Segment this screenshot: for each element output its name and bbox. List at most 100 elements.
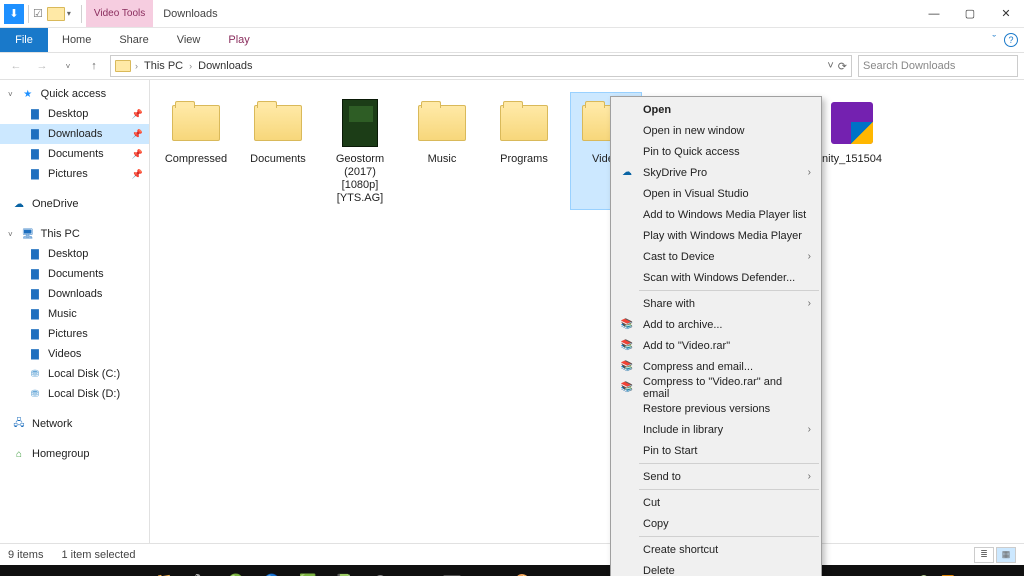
folder-icon[interactable] [47, 7, 65, 21]
sidebar-item-pictures[interactable]: ▇Pictures📌 [0, 164, 149, 184]
chevron-down-icon[interactable]: ▾ [67, 9, 71, 18]
sidebar-item-documents[interactable]: ▇Documents📌 [0, 144, 149, 164]
details-view-button[interactable]: ≣ [974, 547, 994, 563]
file-item[interactable]: Compressed [160, 92, 232, 210]
refresh-icon[interactable]: ⟳ [838, 60, 847, 73]
quick-access-toolbar: ⬇ ☑ ▾ [0, 0, 86, 27]
menu-item-skydrive-pro[interactable]: ☁SkyDrive Pro› [613, 162, 819, 183]
menu-item-label: Pin to Quick access [643, 146, 740, 158]
chevron-right-icon[interactable]: › [189, 61, 192, 71]
maximize-button[interactable]: ▢ [952, 0, 988, 27]
breadcrumb-thispc[interactable]: This PC [142, 60, 185, 72]
tab-share[interactable]: Share [105, 28, 162, 52]
menu-item-scan-with-windows-defender-[interactable]: Scan with Windows Defender... [613, 267, 819, 288]
large-icons-view-button[interactable]: ▦ [996, 547, 1016, 563]
menu-item-pin-to-start[interactable]: Pin to Start [613, 440, 819, 461]
search-placeholder: Search Downloads [863, 60, 955, 72]
menu-item-play-with-windows-media-player[interactable]: Play with Windows Media Player [613, 225, 819, 246]
close-button[interactable]: ✕ [988, 0, 1024, 27]
sidebar-homegroup[interactable]: ⌂Homegroup [0, 444, 149, 464]
sidebar-network[interactable]: 🖧Network [0, 414, 149, 434]
menu-item-restore-previous-versions[interactable]: Restore previous versions [613, 398, 819, 419]
recent-locations-icon[interactable]: ˅ [58, 56, 78, 76]
taskbar-app-13[interactable]: ✉ [470, 565, 506, 576]
menu-item-send-to[interactable]: Send to› [613, 466, 819, 487]
menu-item-cut[interactable]: Cut [613, 492, 819, 513]
minimize-button[interactable]: — [916, 0, 952, 27]
tab-play[interactable]: Play [214, 28, 263, 52]
tab-view[interactable]: View [163, 28, 215, 52]
taskbar-app-1[interactable]: ○ [38, 565, 74, 576]
sidebar-item-desktop[interactable]: ▇Desktop [0, 244, 149, 264]
taskbar-app-4[interactable]: 📁 [146, 565, 182, 576]
file-view[interactable]: CompressedDocumentsGeostorm (2017) [1080… [150, 80, 1024, 543]
back-button[interactable]: ← [6, 56, 26, 76]
taskbar-app-5[interactable]: 🛍 [182, 565, 218, 576]
file-item[interactable]: Music [406, 92, 478, 210]
address-bar[interactable]: › This PC › Downloads ˅ ⟳ [110, 55, 852, 77]
taskbar-app-6[interactable]: 🟢 [218, 565, 254, 576]
checkbox-icon[interactable]: ☑ [33, 7, 43, 20]
chevron-right-icon[interactable]: › [135, 61, 138, 71]
address-dropdown-icon[interactable]: ˅ [827, 60, 833, 73]
sidebar-item-desktop[interactable]: ▇Desktop📌 [0, 104, 149, 124]
menu-item-include-in-library[interactable]: Include in library› [613, 419, 819, 440]
sidebar-item-downloads[interactable]: ▇Downloads [0, 284, 149, 304]
menu-item-create-shortcut[interactable]: Create shortcut [613, 539, 819, 560]
archive-icon: 📚 [619, 338, 635, 354]
status-bar: 9 items 1 item selected ≣ ▦ [0, 543, 1024, 565]
breadcrumb-downloads[interactable]: Downloads [196, 60, 254, 72]
file-item[interactable]: Programs [488, 92, 560, 210]
sidebar-item-local-disk-d-[interactable]: ⛃Local Disk (D:) [0, 384, 149, 404]
menu-item-share-with[interactable]: Share with› [613, 293, 819, 314]
sidebar-item-documents[interactable]: ▇Documents [0, 264, 149, 284]
menu-item-open-in-visual-studio[interactable]: Open in Visual Studio [613, 183, 819, 204]
menu-item-compress-to-video-rar-and-email[interactable]: 📚Compress to "Video.rar" and email [613, 377, 819, 398]
menu-item-add-to-windows-media-player-list[interactable]: Add to Windows Media Player list [613, 204, 819, 225]
file-item[interactable]: Geostorm (2017) [1080p] [YTS.AG] [324, 92, 396, 210]
help-icon[interactable]: ? [1004, 33, 1018, 47]
menu-item-add-to-archive-[interactable]: 📚Add to archive... [613, 314, 819, 335]
menu-item-add-to-video-rar-[interactable]: 📚Add to "Video.rar" [613, 335, 819, 356]
taskbar-app-12[interactable]: ⌨ [434, 565, 470, 576]
sidebar-onedrive[interactable]: ☁OneDrive [0, 194, 149, 214]
sidebar-quick-access[interactable]: ˅★Quick access [0, 84, 149, 104]
qat-dropdown-icon[interactable]: ⬇ [4, 4, 24, 24]
pin-icon: 📌 [132, 129, 143, 140]
taskbar-app-9[interactable]: 📗 [326, 565, 362, 576]
menu-item-compress-and-email-[interactable]: 📚Compress and email... [613, 356, 819, 377]
taskbar-app-8[interactable]: 🟩 [290, 565, 326, 576]
taskbar-app-11[interactable]: ▦ [398, 565, 434, 576]
sidebar-item-downloads[interactable]: ▇Downloads📌 [0, 124, 149, 144]
sidebar-item-pictures[interactable]: ▇Pictures [0, 324, 149, 344]
menu-item-label: Send to [643, 471, 681, 483]
file-item[interactable]: nity_151504 [816, 92, 888, 210]
folder-icon: ▇ [28, 167, 42, 181]
up-button[interactable]: ↑ [84, 56, 104, 76]
menu-item-label: Add to Windows Media Player list [643, 209, 806, 221]
tab-home[interactable]: Home [48, 28, 105, 52]
file-item[interactable]: Documents [242, 92, 314, 210]
menu-item-label: Delete [643, 565, 675, 576]
sidebar-this-pc[interactable]: ˅🖥This PC [0, 224, 149, 244]
menu-item-open[interactable]: Open [613, 99, 819, 120]
menu-item-open-in-new-window[interactable]: Open in new window [613, 120, 819, 141]
search-input[interactable]: Search Downloads [858, 55, 1018, 77]
forward-button[interactable]: → [32, 56, 52, 76]
taskbar-app-2[interactable]: ◧ [74, 565, 110, 576]
menu-item-delete[interactable]: Delete [613, 560, 819, 576]
taskbar-app-7[interactable]: 🔵 [254, 565, 290, 576]
taskbar-app-0[interactable]: ⊞ [2, 565, 38, 576]
menu-item-pin-to-quick-access[interactable]: Pin to Quick access [613, 141, 819, 162]
video-tools-context-tab[interactable]: Video Tools [86, 0, 153, 27]
sidebar-item-videos[interactable]: ▇Videos [0, 344, 149, 364]
menu-item-copy[interactable]: Copy [613, 513, 819, 534]
file-tab[interactable]: File [0, 28, 48, 52]
sidebar-item-local-disk-c-[interactable]: ⛃Local Disk (C:) [0, 364, 149, 384]
taskbar-app-3[interactable]: e [110, 565, 146, 576]
taskbar-app-14[interactable]: 🎨 [506, 565, 542, 576]
ribbon-collapse-icon[interactable]: ˇ [992, 34, 996, 46]
sidebar-item-music[interactable]: ▇Music [0, 304, 149, 324]
taskbar-app-10[interactable]: 🗨 [362, 565, 398, 576]
menu-item-cast-to-device[interactable]: Cast to Device› [613, 246, 819, 267]
